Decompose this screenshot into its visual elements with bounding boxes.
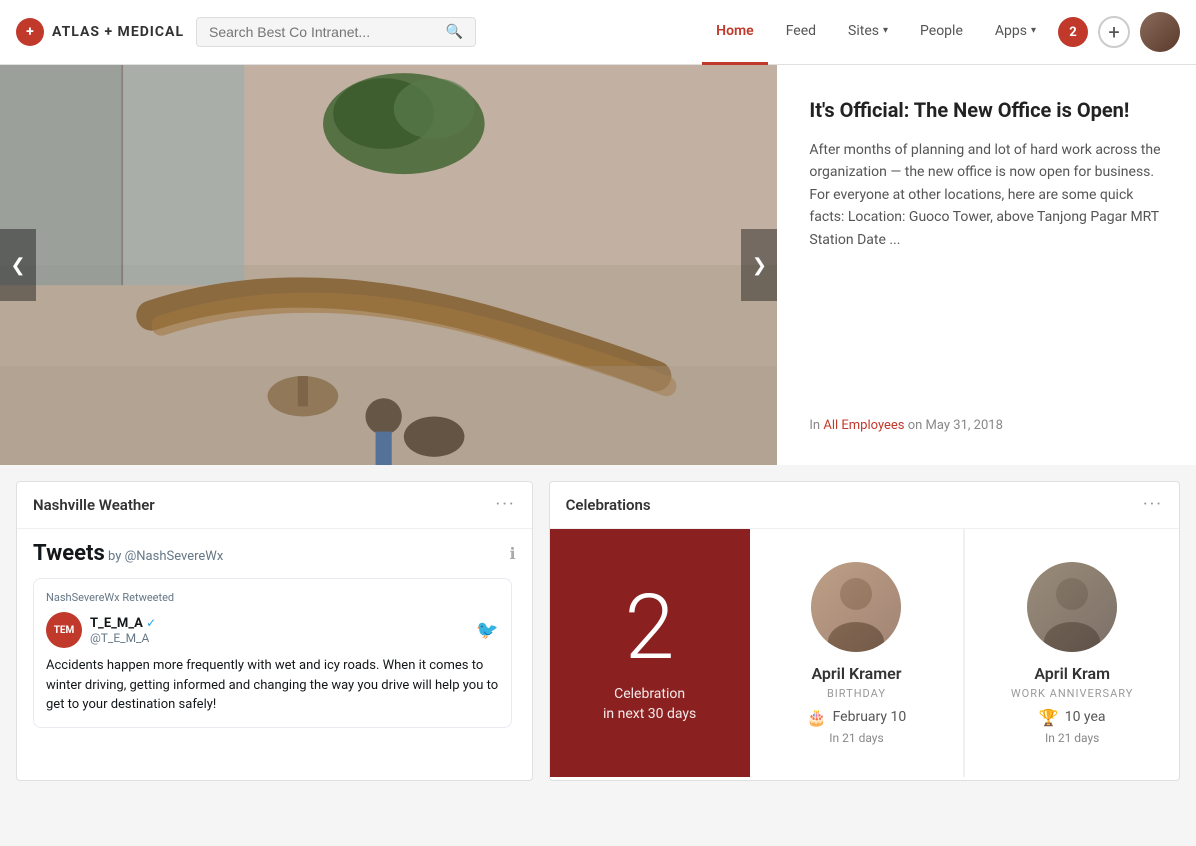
search-input[interactable] [209,24,438,40]
person1-date-icon: 🎂 [807,708,827,727]
tweet-retweet-label: NashSevereWx Retweeted [46,591,499,604]
weather-widget-title: Nashville Weather [33,496,155,514]
tweets-title-area: Tweets by @NashSevereWx [33,541,223,566]
weather-widget: Nashville Weather ··· Tweets by @NashSev… [16,481,533,781]
tweet-avatar: TEM [46,612,82,648]
tweets-info-icon[interactable]: ℹ [510,544,516,563]
celebration-person-1: April Kramer BIRTHDAY 🎂 February 10 In 2… [750,529,965,777]
logo-area: + ATLAS + MEDICAL [16,18,196,46]
tweet-name-row: T_E_M_A ✓ [90,616,156,631]
twitter-content: Tweets by @NashSevereWx ℹ NashSevereWx R… [17,529,532,740]
tweets-header: Tweets by @NashSevereWx ℹ [33,541,516,566]
search-icon: 🔍 [446,24,463,40]
tweet-user-row: TEM T_E_M_A ✓ @T_E_M_A 🐦 [46,612,499,648]
bottom-sections: Nashville Weather ··· Tweets by @NashSev… [0,465,1196,797]
tweet-user-details: T_E_M_A ✓ @T_E_M_A [90,616,156,645]
chevron-down-icon-apps: ▾ [1031,25,1036,36]
celebration-person-2: April Kram WORK ANNIVERSARY 🏆 10 yea In … [964,529,1179,777]
person2-avatar-img [1027,562,1117,652]
avatar-image [1140,12,1180,52]
tweet-handle: @T_E_M_A [90,631,156,645]
nav-apps[interactable]: Apps ▾ [981,0,1050,65]
logo-icon: + [16,18,44,46]
celebration-count-card: 2 Celebration in next 30 days [550,529,750,777]
person1-name: April Kramer [811,664,901,683]
celebrations-body: 2 Celebration in next 30 days April Kram… [550,529,1179,777]
notification-badge[interactable]: 2 [1058,17,1088,47]
twitter-icon: 🐦 [476,620,498,641]
tweets-by: by @NashSevereWx [108,549,223,564]
celebration-label: Celebration in next 30 days [603,685,696,724]
hero-next-button[interactable]: ❯ [741,229,777,301]
nav-home[interactable]: Home [702,0,768,65]
tweet-verified-icon: ✓ [146,616,156,630]
hero-image: ❮ ❯ [0,65,777,465]
nav-feed[interactable]: Feed [772,0,830,65]
add-button[interactable]: + [1098,16,1130,48]
tweet-text: Accidents happen more frequently with we… [46,656,499,715]
header: + ATLAS + MEDICAL 🔍 Home Feed Sites ▾ Pe… [0,0,1196,65]
hero-illustration [0,65,777,465]
person2-name: April Kram [1034,664,1110,683]
hero-meta: In All Employees on May 31, 2018 [809,398,1164,433]
hero-title: It's Official: The New Office is Open! [809,97,1164,123]
person2-date-icon: 🏆 [1039,708,1059,727]
celebration-label-line1: Celebration [603,685,696,705]
celebration-label-line2: in next 30 days [603,705,696,725]
person2-date: 10 yea [1065,709,1106,725]
main-nav: Home Feed Sites ▾ People Apps ▾ [702,0,1050,65]
person1-avatar [811,562,901,652]
person2-date-row: 🏆 10 yea [1039,708,1106,727]
weather-widget-header: Nashville Weather ··· [17,482,532,529]
person1-type: BIRTHDAY [827,687,886,700]
nav-sites[interactable]: Sites ▾ [834,0,902,65]
hero-image-bg [0,65,777,465]
chevron-down-icon: ▾ [883,25,888,36]
celebration-count: 2 [625,583,675,673]
user-avatar[interactable] [1140,12,1180,52]
tweet-user-info: TEM T_E_M_A ✓ @T_E_M_A [46,612,156,648]
tweet-name: T_E_M_A [90,616,143,631]
celebrations-widget-menu[interactable]: ··· [1143,496,1163,514]
celebrations-widget-title: Celebrations [566,496,651,514]
person2-type: WORK ANNIVERSARY [1011,687,1133,700]
person1-date: February 10 [833,709,907,725]
person2-avatar [1027,562,1117,652]
person1-avatar-img [811,562,901,652]
person2-days: In 21 days [1045,731,1099,745]
hero-content: It's Official: The New Office is Open! A… [777,65,1196,465]
person1-days: In 21 days [829,731,883,745]
nav-actions: 2 + [1058,12,1180,52]
hero-category-link[interactable]: All Employees [823,418,904,433]
nav-people[interactable]: People [906,0,977,65]
tweets-title: Tweets [33,541,105,566]
hero-prev-button[interactable]: ❮ [0,229,36,301]
weather-widget-menu[interactable]: ··· [496,496,516,514]
logo-text: ATLAS + MEDICAL [52,24,184,40]
celebrations-widget: Celebrations ··· 2 Celebration in next 3… [549,481,1180,781]
twitter-scroll[interactable]: NashSevereWx Retweeted TEM T_E_M_A ✓ [33,578,516,728]
celebrations-widget-header: Celebrations ··· [550,482,1179,529]
tweet-item: NashSevereWx Retweeted TEM T_E_M_A ✓ [33,578,512,728]
search-bar[interactable]: 🔍 [196,17,476,47]
hero-section: ❮ ❯ It's Official: The New Office is Ope… [0,65,1196,465]
hero-body: After months of planning and lot of hard… [809,139,1164,398]
person1-date-row: 🎂 February 10 [807,708,907,727]
